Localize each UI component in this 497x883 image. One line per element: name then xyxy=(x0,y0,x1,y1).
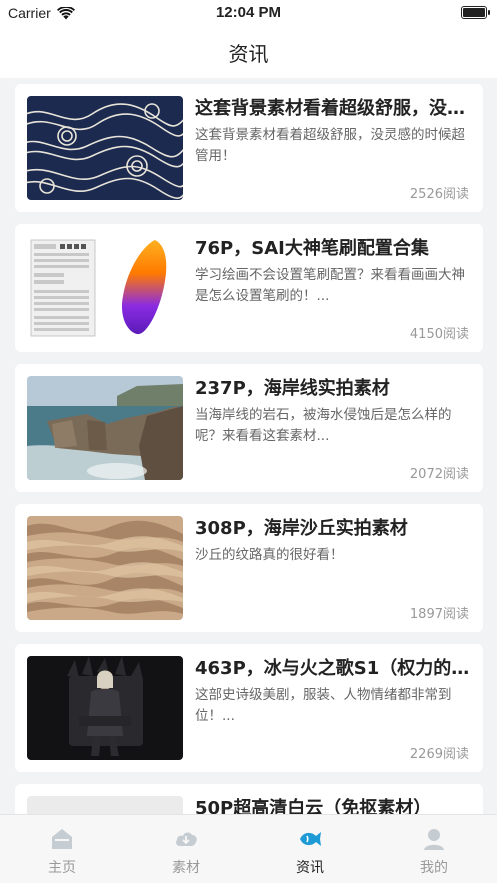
article-title: 237P，海岸线实拍素材 xyxy=(195,378,390,399)
tab-label: 主页 xyxy=(48,860,76,876)
article-card[interactable]: 50P超高清白云（免抠素材） xyxy=(15,784,483,814)
article-thumbnail xyxy=(27,796,183,814)
article-title: 这套背景素材看着超级舒服，没灵感的时候超管用！ xyxy=(195,98,473,119)
clock: 12:04 PM xyxy=(215,4,282,21)
cloud-download-icon xyxy=(176,832,197,846)
article-title: 308P，海岸沙丘实拍素材 xyxy=(195,518,408,539)
battery-icon xyxy=(461,6,490,19)
tab-materials[interactable]: 素材 xyxy=(124,815,248,883)
page-title: 资讯 xyxy=(228,42,269,66)
user-icon xyxy=(424,829,444,850)
article-card[interactable]: 76P，SAI大神笔刷配置合集 学习绘画不会设置笔刷配置？来看看画画大神是怎么设… xyxy=(15,224,483,352)
tab-news[interactable]: 资讯 xyxy=(248,815,372,883)
article-desc: 沙丘的纹路真的很好看！ xyxy=(195,547,344,563)
read-count: 2072阅读 xyxy=(409,467,469,482)
read-count: 1897阅读 xyxy=(409,607,469,622)
home-icon xyxy=(52,829,72,849)
article-card[interactable]: 这套背景素材看着超级舒服，没灵感的时候超管用！ 这套背景素材看着超级舒服，没灵感… xyxy=(15,84,483,212)
tab-profile[interactable]: 我的 xyxy=(372,815,496,883)
article-thumbnail xyxy=(27,96,183,200)
article-thumbnail xyxy=(27,516,183,620)
tab-label: 资讯 xyxy=(296,860,324,876)
read-count: 2526阅读 xyxy=(409,187,469,202)
article-card[interactable]: 463P，冰与火之歌S1（权力的游戏） 这部史诗级美剧，服装、人物情绪都非常到位… xyxy=(15,644,483,772)
article-desc: 这套背景素材看着超级舒服，没灵感的时候超管用！ xyxy=(195,127,465,164)
article-desc: 学习绘画不会设置笔刷配置？来看看画画大神是怎么设置笔刷的！... xyxy=(195,267,465,304)
tab-bar: 主页 素材 资讯 我的 xyxy=(0,814,497,883)
article-title: 463P，冰与火之歌S1（权力的游戏） xyxy=(195,658,473,679)
tab-label: 我的 xyxy=(420,860,448,876)
article-list[interactable]: 这套背景素材看着超级舒服，没灵感的时候超管用！ 这套背景素材看着超级舒服，没灵感… xyxy=(0,84,497,814)
article-card[interactable]: 237P，海岸线实拍素材 当海岸线的岩石，被海水侵蚀后是怎么样的呢？来看看这套素… xyxy=(15,364,483,492)
article-title: 50P超高清白云（免抠素材） xyxy=(195,798,432,814)
tab-home[interactable]: 主页 xyxy=(0,815,124,883)
read-count: 2269阅读 xyxy=(409,747,469,762)
read-count: 4150阅读 xyxy=(409,327,469,342)
fish-icon xyxy=(300,832,321,846)
article-desc: 这部史诗级美剧，服装、人物情绪都非常到位！... xyxy=(195,687,452,724)
tab-label: 素材 xyxy=(172,860,200,876)
article-desc: 当海岸线的岩石，被海水侵蚀后是怎么样的呢？来看看这套素材... xyxy=(195,407,452,444)
article-card[interactable]: 308P，海岸沙丘实拍素材 沙丘的纹路真的很好看！ 1897阅读 xyxy=(15,504,483,632)
status-bar: Carrier 12:04 PM xyxy=(0,0,497,28)
nav-bar: 资讯 xyxy=(0,28,497,78)
article-title: 76P，SAI大神笔刷配置合集 xyxy=(195,238,429,259)
article-thumbnail xyxy=(27,656,183,760)
article-thumbnail xyxy=(27,376,183,480)
article-thumbnail xyxy=(27,236,183,340)
